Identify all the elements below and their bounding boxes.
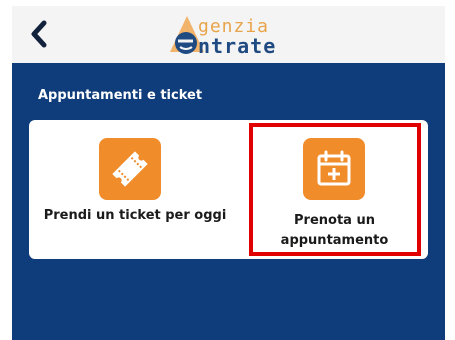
agenzia-entrate-logo: genzia ntrate xyxy=(164,12,314,58)
app-screen: genzia ntrate Appuntamenti e ticket Pren… xyxy=(12,6,445,340)
ticket-icon xyxy=(112,151,148,187)
section-title: Appuntamenti e ticket xyxy=(38,88,203,103)
app-header: genzia ntrate xyxy=(12,6,445,63)
back-button[interactable] xyxy=(26,16,52,52)
chevron-left-icon xyxy=(31,20,47,48)
ticket-today-tile[interactable]: Prendi un ticket per oggi xyxy=(29,120,241,259)
ticket-today-label: Prendi un ticket per oggi xyxy=(43,208,227,223)
logo-text-entrate: ntrate xyxy=(198,34,277,58)
ticket-icon-box xyxy=(99,138,161,200)
highlight-box xyxy=(249,123,421,256)
